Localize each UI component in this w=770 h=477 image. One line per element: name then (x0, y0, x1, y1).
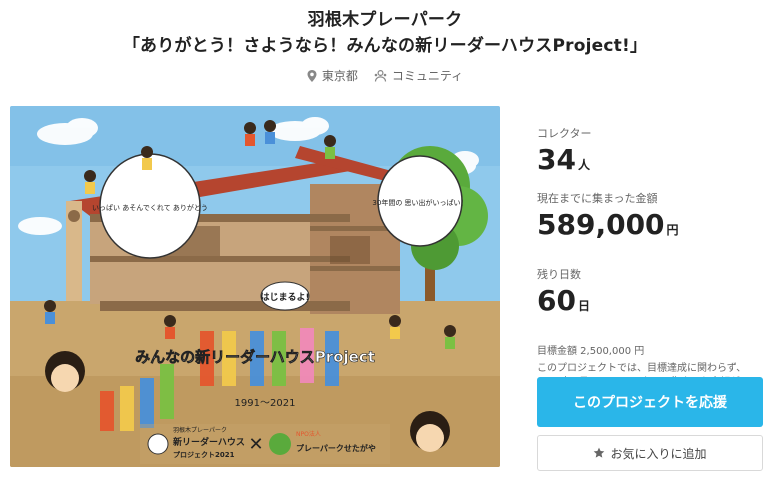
project-meta: 東京都 コミュニティ (0, 67, 770, 84)
category-label: コミュニティ (391, 69, 464, 83)
map-pin-icon (307, 69, 317, 82)
star-icon (594, 447, 605, 458)
amount-unit: 円 (666, 223, 679, 237)
category-tag[interactable]: コミュニティ (374, 67, 463, 84)
hero-bubble-left: いっぱい あそんでくれて ありがとう (92, 203, 208, 212)
collectors-value-row: 34 人 (537, 143, 764, 182)
project-hero-image[interactable]: はじまるよ! いっぱい あそんでくれて ありがとう 30年間の 思い出がいっぱい… (10, 106, 500, 467)
days-stat: 残り日数 60 日 (537, 266, 764, 332)
hero-years: 1991～2021 (235, 398, 296, 409)
amount-label: 現在までに集まった金額 (537, 192, 658, 205)
sponsor-right-small: NPO法人 (296, 430, 321, 438)
amount-stat: 現在までに集まった金額 589,000 円 (537, 190, 764, 256)
project-title-line1: 羽根木プレーパーク (307, 10, 463, 30)
amount-value-row: 589,000 円 (537, 208, 764, 247)
collectors-stat: コレクター 34 人 (537, 125, 764, 180)
community-icon (374, 69, 387, 82)
hero-bubble-right: 30年間の 思い出がいっぱい！ (372, 198, 467, 207)
collectors-unit: 人 (577, 158, 590, 172)
project-title-line2: 「ありがとう！さようなら！みんなの新リーダーハウスProject!」 (122, 36, 648, 56)
sponsor-left-line1: 羽根木プレーパーク (173, 426, 227, 434)
support-project-button[interactable]: このプロジェクトを応援 (537, 377, 763, 427)
support-project-label: このプロジェクトを応援 (573, 395, 727, 411)
days-label: 残り日数 (537, 268, 581, 281)
days-value: 60 (537, 284, 576, 317)
hero-title-text: みんなの新リーダーハウスProject (135, 348, 375, 366)
days-value-row: 60 日 (537, 284, 764, 323)
sponsor-right: プレーパークせたがや (296, 443, 376, 453)
goal-amount: 目標金額 2,500,000 円 (537, 346, 645, 357)
collectors-label: コレクター (537, 127, 592, 140)
sponsor-left-line2: 新リーダーハウス (173, 436, 245, 448)
amount-value: 589,000 (537, 208, 665, 241)
sponsor-left-line3: プロジェクト2021 (173, 450, 235, 459)
hero-badge-text: はじまるよ! (260, 292, 309, 303)
days-unit: 日 (577, 299, 590, 313)
add-favorite-button[interactable]: お気に入りに追加 (537, 435, 763, 471)
collectors-value: 34 (537, 143, 576, 176)
location-label: 東京都 (321, 69, 358, 83)
hero-illustration: はじまるよ! いっぱい あそんでくれて ありがとう 30年間の 思い出がいっぱい… (10, 106, 500, 467)
location-tag[interactable]: 東京都 (307, 67, 358, 84)
project-header: 羽根木プレーパーク 「ありがとう！さようなら！みんなの新リーダーハウスProje… (0, 0, 770, 84)
stats-panel: コレクター 34 人 現在までに集まった金額 589,000 円 残り日数 60 日 … (537, 125, 764, 404)
sponsor-x: ✕ (248, 434, 263, 455)
add-favorite-label: お気に入りに追加 (610, 446, 707, 461)
